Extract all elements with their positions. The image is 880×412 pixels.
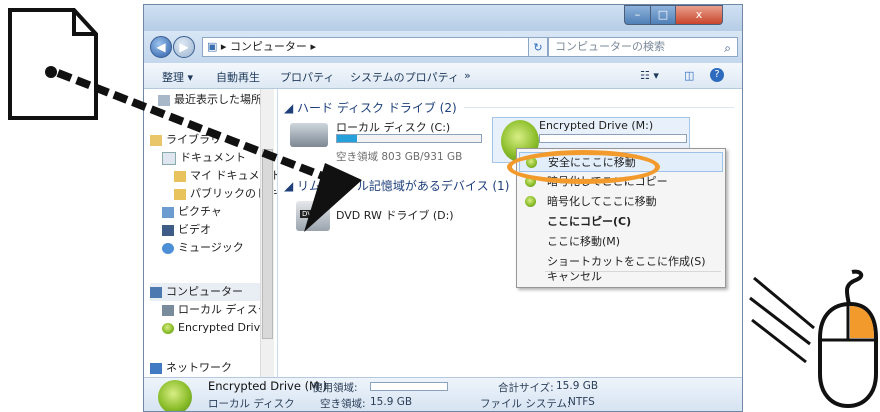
mouse-click-icon bbox=[749, 269, 878, 409]
